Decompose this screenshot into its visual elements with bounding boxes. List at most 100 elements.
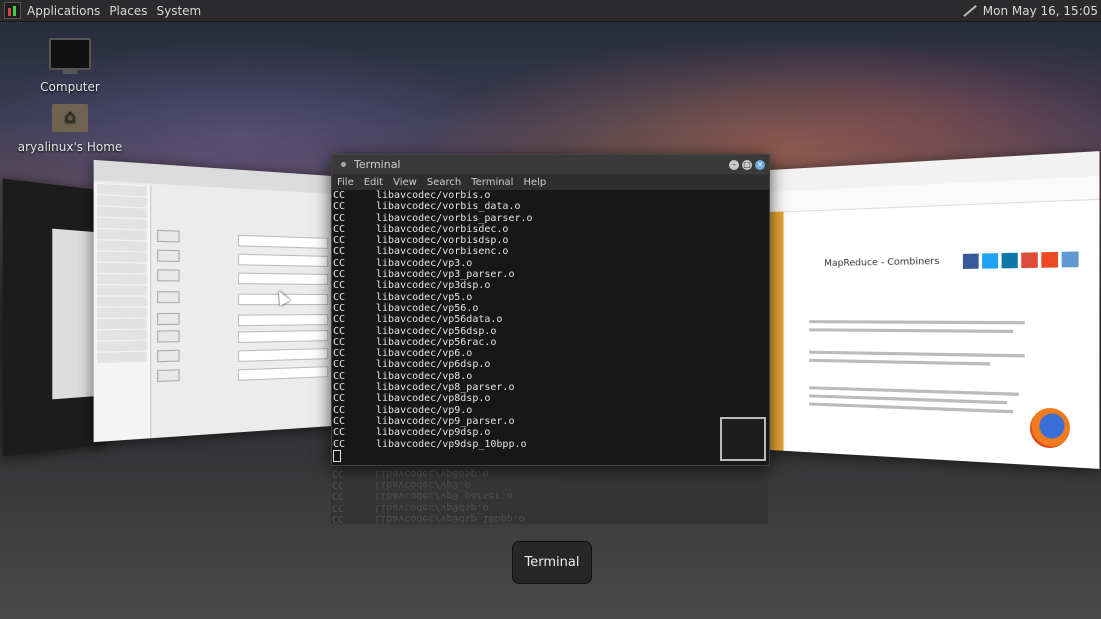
terminal-line: CC libavcodec/vorbis_parser.o: [332, 213, 769, 224]
settings-sidebar: [93, 182, 152, 443]
desktop-icon-label: aryalinux's Home: [17, 140, 123, 154]
terminal-line: CC libavcodec/vorbis_data.o: [332, 201, 769, 212]
build-step-tag: CC: [333, 190, 346, 201]
reflection-line: CC libavcodec/vp9.o: [332, 479, 471, 491]
terminal-line: CC libavcodec/vp56.o: [332, 303, 769, 314]
home-folder-icon: [52, 104, 88, 132]
window-preview-settings[interactable]: [93, 159, 332, 443]
site-sidebar: [770, 211, 784, 451]
build-object-path: libavcodec/vorbis.o: [376, 190, 491, 201]
build-object-path: libavcodec/vp3dsp.o: [376, 280, 491, 292]
build-object-path: libavcodec/vp3_parser.o: [376, 269, 515, 281]
monitor-icon: [49, 38, 91, 74]
menu-help[interactable]: Help: [523, 177, 546, 188]
panel-clock[interactable]: Mon May 16, 15:05: [983, 4, 1098, 18]
minimize-button[interactable]: –: [729, 159, 739, 170]
terminal-line: CC libavcodec/vp3dsp.o: [332, 280, 769, 291]
menu-system[interactable]: System: [156, 4, 201, 18]
terminal-window[interactable]: Terminal – □ × File Edit View Search Ter…: [331, 154, 770, 466]
terminal-line: CC libavcodec/vp56dsp.o: [332, 326, 769, 337]
build-step-tag: CC: [333, 235, 346, 247]
build-step-tag: CC: [333, 223, 346, 235]
build-object-path: libavcodec/vp9dsp_10bpp.o: [376, 438, 527, 450]
build-step-tag: CC: [333, 382, 346, 394]
build-step-tag: CC: [333, 438, 346, 450]
terminal-line: CC libavcodec/vp56rac.o: [332, 337, 769, 348]
build-object-path: libavcodec/vorbisdec.o: [376, 223, 509, 235]
terminal-cursor: [333, 449, 341, 462]
terminal-line: CC libavcodec/vp6dsp.o: [332, 359, 769, 370]
build-object-path: libavcodec/vp56rac.o: [376, 336, 497, 348]
menu-places[interactable]: Places: [109, 4, 147, 18]
build-object-path: libavcodec/vp56dsp.o: [376, 325, 497, 337]
build-object-path: libavcodec/vp9.o: [376, 404, 473, 416]
menu-search[interactable]: Search: [427, 177, 461, 188]
page-heading: MapReduce - Combiners: [824, 256, 940, 270]
build-step-tag: CC: [333, 314, 346, 326]
reflection-line: CC libavcodec/vp9dsp.o: [332, 501, 489, 513]
stumbleupon-icon: [1041, 251, 1059, 268]
build-object-path: libavcodec/vp56data.o: [376, 314, 503, 326]
build-step-tag: CC: [333, 427, 346, 439]
build-step-tag: CC: [333, 302, 346, 314]
terminal-line: CC libavcodec/vorbisdsp.o: [332, 235, 769, 246]
menu-edit[interactable]: Edit: [364, 177, 383, 188]
window-thumbnail: [720, 417, 766, 461]
build-step-tag: CC: [333, 269, 346, 281]
build-object-path: libavcodec/vp9_parser.o: [376, 415, 515, 427]
build-step-tag: CC: [333, 201, 346, 213]
terminal-output[interactable]: CC libavcodec/vorbis.o CC libavcodec/vorbis…: [332, 190, 769, 465]
desktop-icon-home[interactable]: aryalinux's Home: [15, 104, 125, 154]
terminal-line: CC libavcodec/vp8dsp.o: [332, 393, 769, 404]
window-preview-file-manager[interactable]: [2, 178, 107, 457]
facebook-icon: [962, 253, 979, 269]
terminal-line: CC libavcodec/vp6.o: [332, 348, 769, 359]
build-step-tag: CC: [333, 291, 346, 303]
terminal-line: CC libavcodec/vp56data.o: [332, 314, 769, 325]
terminal-line: CC libavcodec/vorbisenc.o: [332, 246, 769, 257]
build-step-tag: CC: [333, 359, 346, 371]
build-object-path: libavcodec/vp9dsp.o: [376, 427, 491, 439]
build-object-path: libavcodec/vp3.o: [376, 257, 473, 269]
build-step-tag: CC: [333, 246, 346, 258]
top-panel: Applications Places System Mon May 16, 1…: [0, 0, 1101, 22]
desktop-icon-computer[interactable]: Computer: [15, 38, 125, 94]
build-object-path: libavcodec/vp56.o: [376, 302, 479, 314]
build-step-tag: CC: [333, 415, 346, 427]
terminal-line: CC libavcodec/vp9.o: [332, 405, 769, 416]
window-switcher-label: Terminal: [512, 541, 592, 584]
build-object-path: libavcodec/vp8_parser.o: [376, 382, 515, 394]
menu-file[interactable]: File: [337, 177, 354, 188]
terminal-line: CC libavcodec/vp3_parser.o: [332, 269, 769, 280]
build-object-path: libavcodec/vorbisdsp.o: [376, 235, 509, 247]
firefox-icon: [1030, 408, 1070, 448]
build-object-path: libavcodec/vp5.o: [376, 291, 473, 303]
menu-terminal[interactable]: Terminal: [471, 177, 513, 188]
build-object-path: libavcodec/vp8.o: [376, 370, 473, 382]
menu-applications[interactable]: Applications: [27, 4, 100, 18]
network-icon[interactable]: [961, 3, 977, 19]
terminal-line: CC libavcodec/vorbisdec.o: [332, 224, 769, 235]
build-step-tag: CC: [333, 325, 346, 337]
terminal-line: CC libavcodec/vp9_parser.o: [332, 416, 769, 427]
menu-view[interactable]: View: [393, 177, 417, 188]
terminal-title: Terminal: [354, 158, 401, 171]
build-step-tag: CC: [333, 257, 346, 269]
terminal-line: CC libavcodec/vp8.o: [332, 371, 769, 382]
desktop-icon-label: Computer: [40, 80, 100, 94]
reflection-line: CC libavcodec/vp9_parser.o: [332, 490, 513, 502]
build-step-tag: CC: [333, 393, 346, 405]
terminal-line: CC libavcodec/vp9dsp_10bpp.o: [332, 439, 769, 450]
maximize-button[interactable]: □: [742, 159, 752, 170]
build-object-path: libavcodec/vp8dsp.o: [376, 393, 491, 405]
build-object-path: libavcodec/vorbis_data.o: [376, 201, 521, 213]
build-step-tag: CC: [333, 348, 346, 360]
terminal-line: CC libavcodec/vorbis.o: [332, 190, 769, 201]
system-monitor-icon[interactable]: [4, 2, 21, 19]
reflection-line: CC libavcodec/vp8dsp.o: [332, 467, 489, 479]
terminal-line: CC libavcodec/vp5.o: [332, 292, 769, 303]
close-button[interactable]: ×: [755, 159, 765, 170]
terminal-titlebar[interactable]: Terminal – □ ×: [332, 155, 769, 174]
window-menu-icon[interactable]: [341, 162, 346, 167]
reddit-icon: [1061, 251, 1079, 268]
